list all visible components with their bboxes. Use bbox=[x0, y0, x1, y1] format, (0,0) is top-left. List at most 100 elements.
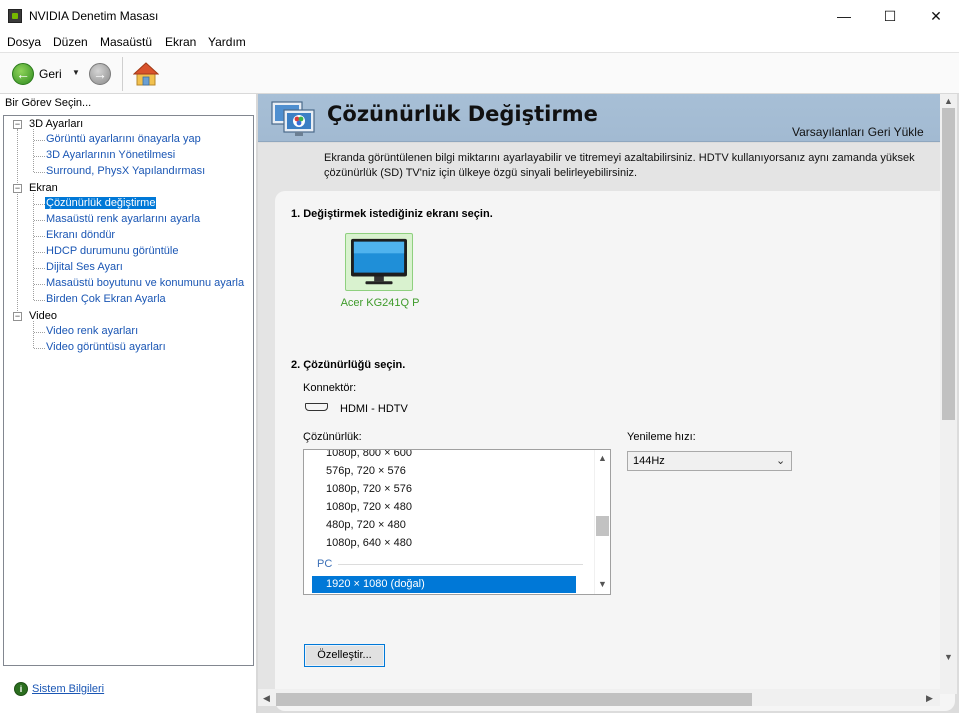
resolution-option[interactable]: 1080p, 720 × 480 bbox=[326, 501, 412, 513]
tree-group-display[interactable]: Ekran bbox=[29, 182, 58, 194]
resolution-listbox[interactable]: 1080p, 800 × 600 576p, 720 × 576 1080p, … bbox=[303, 449, 611, 595]
resolution-scroll-thumb[interactable] bbox=[596, 516, 609, 536]
resolution-label: Çözünürlük: bbox=[303, 431, 362, 443]
system-info-icon[interactable]: i bbox=[14, 682, 28, 696]
tree-branch bbox=[34, 332, 45, 333]
menu-yardim[interactable]: Yardım bbox=[208, 35, 246, 49]
minimize-button[interactable]: — bbox=[821, 0, 867, 32]
back-button-label[interactable]: Geri bbox=[39, 67, 62, 81]
tree-line bbox=[17, 129, 18, 317]
collapse-toggle-icon[interactable]: − bbox=[13, 120, 22, 129]
tree-branch bbox=[34, 284, 45, 285]
settings-card: 1. Değiştirmek istediğiniz ekranı seçin.… bbox=[275, 191, 955, 711]
toolbar: ← Geri ▼ → bbox=[0, 52, 959, 94]
tree-branch bbox=[34, 268, 45, 269]
menu-ekran[interactable]: Ekran bbox=[165, 35, 196, 49]
menu-bar: Dosya Düzen Masaüstü Ekran Yardım bbox=[0, 32, 959, 52]
tree-item-desktop-color[interactable]: Masaüstü renk ayarlarını ayarla bbox=[46, 213, 200, 225]
page-description: Ekranda görüntülenen bilgi miktarını aya… bbox=[324, 152, 915, 179]
restore-defaults-link[interactable]: Varsayılanları Geri Yükle bbox=[792, 125, 924, 139]
tree-line bbox=[33, 321, 34, 348]
resolution-option[interactable]: 1080p, 720 × 576 bbox=[326, 483, 412, 495]
scroll-down-icon[interactable]: ▼ bbox=[598, 579, 607, 589]
home-icon[interactable] bbox=[133, 61, 159, 87]
tree-item-surround-physx[interactable]: Surround, PhysX Yapılandırması bbox=[46, 165, 205, 177]
tree-branch bbox=[34, 252, 45, 253]
customize-button[interactable]: Özelleştir... bbox=[304, 644, 385, 667]
tree-line bbox=[33, 129, 34, 172]
maximize-icon: ☐ bbox=[883, 7, 897, 24]
page-banner: Çözünürlük Değiştirme Varsayılanları Ger… bbox=[258, 94, 940, 142]
menu-duzen[interactable]: Düzen bbox=[53, 35, 88, 49]
tree-item-rotate-display[interactable]: Ekranı döndür bbox=[46, 229, 115, 241]
system-info-link[interactable]: Sistem Bilgileri bbox=[32, 683, 104, 695]
tree-branch bbox=[34, 156, 45, 157]
chevron-down-icon: ⌄ bbox=[776, 455, 786, 467]
tree-branch bbox=[34, 140, 45, 141]
resolution-option[interactable]: 1080p, 800 × 600 bbox=[326, 450, 412, 459]
tree-branch bbox=[34, 300, 45, 301]
collapse-toggle-icon[interactable]: − bbox=[13, 312, 22, 321]
window-title: NVIDIA Denetim Masası bbox=[29, 9, 159, 23]
scroll-left-icon[interactable]: ◀ bbox=[263, 693, 270, 704]
scroll-up-icon[interactable]: ▲ bbox=[944, 96, 953, 106]
task-tree: − 3D Ayarları Görüntü ayarlarını önayarl… bbox=[3, 115, 254, 666]
tree-item-manage-3d[interactable]: 3D Ayarlarının Yönetilmesi bbox=[46, 149, 175, 161]
scroll-right-icon[interactable]: ▶ bbox=[926, 693, 933, 704]
forward-arrow-icon[interactable]: → bbox=[89, 63, 111, 85]
tree-branch bbox=[34, 204, 45, 205]
connector-value: HDMI - HDTV bbox=[340, 403, 408, 415]
page-title: Çözünürlük Değiştirme bbox=[327, 102, 598, 126]
tree-group-video[interactable]: Video bbox=[29, 310, 57, 322]
connector-label: Konnektör: bbox=[303, 382, 357, 394]
title-bar: NVIDIA Denetim Masası — ☐ ✕ bbox=[0, 0, 959, 32]
display-settings-icon bbox=[271, 101, 315, 136]
hdmi-connector-icon bbox=[305, 403, 328, 411]
tree-branch bbox=[34, 220, 45, 221]
task-panel-header: Bir Görev Seçin... bbox=[0, 94, 256, 114]
tree-branch bbox=[34, 236, 45, 237]
monitor-icon bbox=[351, 238, 407, 285]
collapse-toggle-icon[interactable]: − bbox=[13, 184, 22, 193]
tree-item-digital-audio[interactable]: Dijital Ses Ayarı bbox=[46, 261, 123, 273]
toolbar-separator bbox=[122, 57, 123, 91]
resolution-option-selected[interactable]: 1920 × 1080 (doğal) bbox=[312, 576, 576, 593]
display-tile[interactable] bbox=[345, 233, 413, 291]
close-icon: ✕ bbox=[930, 7, 942, 24]
tree-item-multiple-displays[interactable]: Birden Çok Ekran Ayarla bbox=[46, 293, 166, 305]
resolution-option[interactable]: 480p, 720 × 480 bbox=[326, 519, 406, 531]
refresh-rate-label: Yenileme hızı: bbox=[627, 431, 696, 443]
resolution-group-header: PC bbox=[317, 558, 333, 570]
scroll-down-icon[interactable]: ▼ bbox=[944, 652, 953, 662]
tree-item-hdcp-status[interactable]: HDCP durumunu görüntüle bbox=[46, 245, 178, 257]
refresh-rate-select[interactable]: 144Hz ⌄ bbox=[627, 451, 792, 471]
tree-group-3d-settings[interactable]: 3D Ayarları bbox=[29, 118, 83, 130]
minimize-icon: — bbox=[837, 8, 851, 24]
back-history-dropdown-icon[interactable]: ▼ bbox=[72, 68, 80, 77]
back-arrow-icon[interactable]: ← bbox=[12, 63, 34, 85]
maximize-button[interactable]: ☐ bbox=[867, 0, 913, 32]
tree-branch bbox=[34, 172, 45, 173]
task-panel-title: Bir Görev Seçin... bbox=[5, 97, 92, 109]
close-button[interactable]: ✕ bbox=[913, 0, 959, 32]
step2-heading: 2. Çözünürlüğü seçin. bbox=[291, 359, 406, 371]
menu-masaustu[interactable]: Masaüstü bbox=[100, 35, 152, 49]
refresh-rate-value: 144Hz bbox=[633, 455, 665, 467]
tree-item-change-resolution[interactable]: Çözünürlük değiştirme bbox=[45, 197, 157, 209]
tree-branch bbox=[34, 348, 45, 349]
scroll-up-icon[interactable]: ▲ bbox=[598, 453, 607, 463]
tree-item-image-presets[interactable]: Görüntü ayarlarını önayarla yap bbox=[46, 133, 201, 145]
page-horizontal-scroll-thumb[interactable] bbox=[276, 693, 752, 706]
group-divider bbox=[338, 564, 583, 565]
resolution-option[interactable]: 1080p, 640 × 480 bbox=[326, 537, 412, 549]
nvidia-app-icon bbox=[8, 9, 22, 23]
content-panel: Çözünürlük Değiştirme Varsayılanları Ger… bbox=[258, 94, 959, 713]
menu-dosya[interactable]: Dosya bbox=[7, 35, 41, 49]
resolution-option[interactable]: 576p, 720 × 576 bbox=[326, 465, 406, 477]
tree-item-video-image[interactable]: Video görüntüsü ayarları bbox=[46, 341, 166, 353]
display-name[interactable]: Acer KG241Q P bbox=[320, 297, 440, 309]
page-content: Ekranda görüntülenen bilgi miktarını aya… bbox=[258, 143, 955, 711]
tree-item-video-color[interactable]: Video renk ayarları bbox=[46, 325, 138, 337]
tree-item-desktop-size[interactable]: Masaüstü boyutunu ve konumunu ayarla bbox=[46, 277, 244, 289]
page-vertical-scroll-thumb[interactable] bbox=[942, 108, 955, 420]
